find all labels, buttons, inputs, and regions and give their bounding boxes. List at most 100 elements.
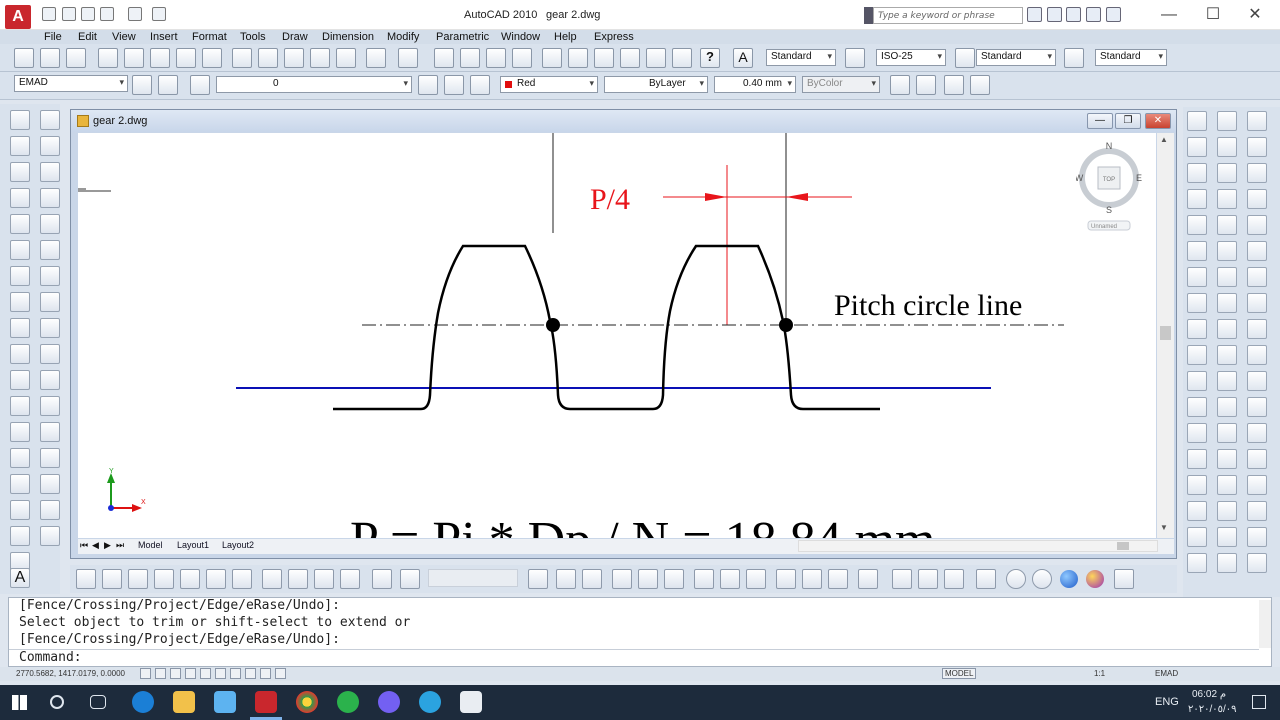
search-input[interactable]: Type a keyword or phrase (873, 7, 1023, 24)
intersect-icon[interactable] (1247, 241, 1267, 261)
arc-icon[interactable] (10, 240, 30, 260)
whatsapp-icon[interactable] (337, 691, 359, 713)
delete-faces-icon[interactable] (1247, 371, 1267, 391)
menu-draw[interactable]: Draw (282, 31, 308, 43)
sheet-set-icon[interactable] (620, 48, 640, 68)
design-center-icon[interactable] (568, 48, 588, 68)
make-block-icon[interactable] (10, 422, 30, 442)
zoom-realtime-icon[interactable] (460, 48, 480, 68)
dim-diameter-icon[interactable] (1187, 267, 1207, 287)
gradient-icon[interactable] (10, 500, 30, 520)
move-faces-icon[interactable] (1247, 319, 1267, 339)
wrench-icon[interactable] (1066, 7, 1081, 22)
help-question-icon[interactable]: ? (700, 48, 720, 68)
maximize-button[interactable]: ☐ (1198, 4, 1228, 26)
menu-edit[interactable]: Edit (78, 31, 97, 43)
3d-align-icon[interactable] (944, 569, 964, 589)
block-editor-icon[interactable] (336, 48, 356, 68)
mail-icon[interactable] (460, 691, 482, 713)
file-explorer-icon[interactable] (173, 691, 195, 713)
sweep-icon[interactable] (1217, 397, 1237, 417)
viber-icon[interactable] (378, 691, 400, 713)
3d-dwf-icon[interactable] (176, 48, 196, 68)
tab-first-icon[interactable]: ⏮ (80, 540, 88, 551)
tab-layout1[interactable]: Layout1 (177, 540, 209, 550)
revision-cloud-icon[interactable] (10, 292, 30, 312)
chrome-icon[interactable] (296, 691, 318, 713)
table-style-select[interactable]: Standard (976, 49, 1056, 66)
model-space-canvas[interactable]: P/4 Pitch circle line Y X P = Pi * Dp / … (78, 133, 1156, 538)
command-scrollbar[interactable] (1259, 600, 1271, 648)
extrude-faces-icon[interactable] (1247, 293, 1267, 313)
dim-radius-icon[interactable] (1187, 215, 1207, 235)
viewcube[interactable]: TOP N S E W Unnamed (1075, 141, 1146, 235)
camera-icon[interactable] (372, 569, 392, 589)
lineweight-toggle-icon[interactable] (260, 668, 271, 679)
mirror-icon[interactable] (40, 162, 60, 182)
drawing-close-button[interactable]: ✕ (1145, 113, 1171, 129)
taper-faces-icon[interactable] (1247, 423, 1267, 443)
dim-ordinate-icon[interactable] (1187, 189, 1207, 209)
notifications-icon[interactable] (1252, 695, 1266, 709)
ellipse-arc-icon[interactable] (10, 370, 30, 390)
mleader-style-select[interactable]: Standard (1095, 49, 1167, 66)
trim-icon[interactable] (40, 344, 60, 364)
language-indicator[interactable]: ENG (1155, 696, 1179, 708)
dim-baseline-icon[interactable] (1187, 345, 1207, 365)
menu-modify[interactable]: Modify (387, 31, 419, 43)
workspace-select[interactable]: EMAD (14, 75, 128, 92)
menu-help[interactable]: Help (554, 31, 577, 43)
help-icon[interactable] (1106, 7, 1121, 22)
dim-aligned-icon[interactable] (1187, 137, 1207, 157)
menu-window[interactable]: Window (501, 31, 540, 43)
edge-browser-icon[interactable] (132, 691, 154, 713)
tolerance-icon[interactable] (1187, 449, 1207, 469)
search-expand-icon[interactable] (864, 7, 873, 24)
binoculars-icon[interactable] (1027, 7, 1042, 22)
markup-icon[interactable] (646, 48, 666, 68)
layer-states-icon[interactable] (190, 75, 210, 95)
loft-icon[interactable] (1217, 449, 1237, 469)
erase-icon[interactable] (40, 110, 60, 130)
hatch-icon[interactable] (10, 474, 30, 494)
ucs-icon[interactable] (528, 569, 548, 589)
ducs-toggle-icon[interactable] (230, 668, 241, 679)
redo-icon[interactable] (128, 7, 142, 21)
conceptual-sphere-icon[interactable] (1086, 570, 1104, 588)
ucs-x-icon[interactable] (746, 569, 766, 589)
construction-line-icon[interactable] (10, 136, 30, 156)
make-current-layer-icon[interactable] (418, 75, 438, 95)
annotation-scale[interactable]: 1:1 (1094, 669, 1105, 678)
slice-icon[interactable] (1217, 475, 1237, 495)
dim-space-icon[interactable] (1187, 397, 1207, 417)
close-button[interactable]: ✕ (1240, 4, 1270, 26)
multiline-text-icon[interactable]: A (10, 568, 30, 588)
extract-edges-icon[interactable] (1247, 267, 1267, 287)
cylinder-icon[interactable] (1217, 215, 1237, 235)
view-top-icon[interactable] (102, 569, 122, 589)
grid-toggle-icon[interactable] (155, 668, 166, 679)
mleader-style-icon[interactable] (1064, 48, 1084, 68)
clock-time[interactable]: 06:02 م (1192, 689, 1226, 700)
array-icon[interactable] (40, 214, 60, 234)
solidcheck-icon[interactable] (1247, 553, 1267, 573)
vertical-scrollbar[interactable]: ▲ ▼ (1157, 133, 1174, 538)
offset-faces-icon[interactable] (1247, 345, 1267, 365)
ortho-toggle-icon[interactable] (170, 668, 181, 679)
se-iso-icon[interactable] (288, 569, 308, 589)
planar-surface-icon[interactable] (1217, 319, 1237, 339)
menu-parametric[interactable]: Parametric (436, 31, 489, 43)
hidden-icon[interactable] (1032, 569, 1052, 589)
menu-format[interactable]: Format (192, 31, 227, 43)
menu-insert[interactable]: Insert (150, 31, 178, 43)
hscroll-thumb[interactable] (1117, 542, 1129, 550)
join-icon[interactable] (40, 448, 60, 468)
spline-icon[interactable] (10, 318, 30, 338)
3d-rotate-icon[interactable] (918, 569, 938, 589)
osnap-toggle-icon[interactable] (200, 668, 211, 679)
workspace-switch[interactable]: EMAD (1155, 669, 1178, 678)
tab-next-icon[interactable]: ▶ (104, 540, 111, 551)
ne-iso-icon[interactable] (314, 569, 334, 589)
tab-layout2[interactable]: Layout2 (222, 540, 254, 550)
model-toggle[interactable]: MODEL (942, 668, 977, 679)
